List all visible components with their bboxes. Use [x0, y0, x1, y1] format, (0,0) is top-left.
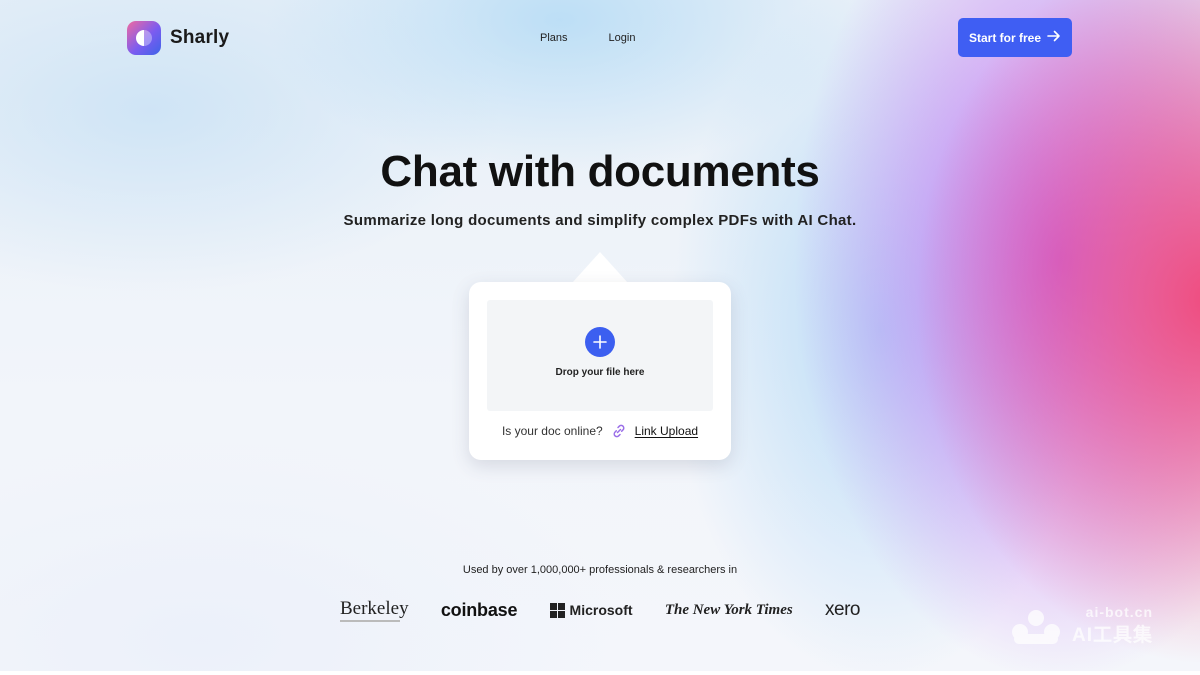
cta-label: Start for free [968, 30, 1042, 45]
page-subtitle: Summarize long documents and simplify co… [343, 212, 857, 229]
file-dropzone[interactable]: Drop your file here [487, 300, 713, 411]
drop-label: Drop your file here [555, 367, 645, 378]
link-icon [611, 423, 627, 439]
watermark-logo-icon [1012, 609, 1060, 644]
logo-text: Sharly [170, 27, 230, 48]
microsoft-logo: Microsoft [549, 602, 633, 618]
page-title: Chat with documents [380, 147, 820, 196]
nav-login-link[interactable]: Login [609, 32, 636, 44]
card-notch [572, 252, 628, 283]
arrow-right-icon [1047, 30, 1061, 45]
xero-logo: xero [825, 599, 860, 620]
top-nav: Plans Login [540, 32, 635, 44]
link-upload-link[interactable]: Link Upload [635, 424, 698, 438]
watermark: ai-bot.cn AI工具集 [1006, 604, 1153, 647]
watermark-name: AI工具集 [1072, 625, 1154, 646]
customer-logos: Berkeley coinbase Microsoft The New York… [340, 596, 860, 624]
nyt-logo: The New York Times [664, 601, 793, 618]
nav-plans-link[interactable]: Plans [540, 32, 568, 44]
link-upload-row: Is your doc online? Link Upload [490, 423, 710, 439]
plus-icon[interactable] [585, 327, 615, 357]
online-question: Is your doc online? [501, 424, 603, 438]
upload-card: Drop your file here Is your doc online? … [469, 282, 731, 460]
coinbase-logo: coinbase [440, 599, 518, 620]
start-for-free-button[interactable]: Start for free [958, 18, 1072, 57]
social-proof-text: Used by over 1,000,000+ professionals & … [462, 564, 738, 576]
microsoft-grid-icon [549, 602, 565, 618]
logo-mark-icon [127, 21, 161, 55]
berkeley-logo: Berkeley [340, 599, 409, 622]
logo[interactable]: Sharly [127, 21, 229, 55]
watermark-url: ai-bot.cn [1085, 604, 1154, 620]
